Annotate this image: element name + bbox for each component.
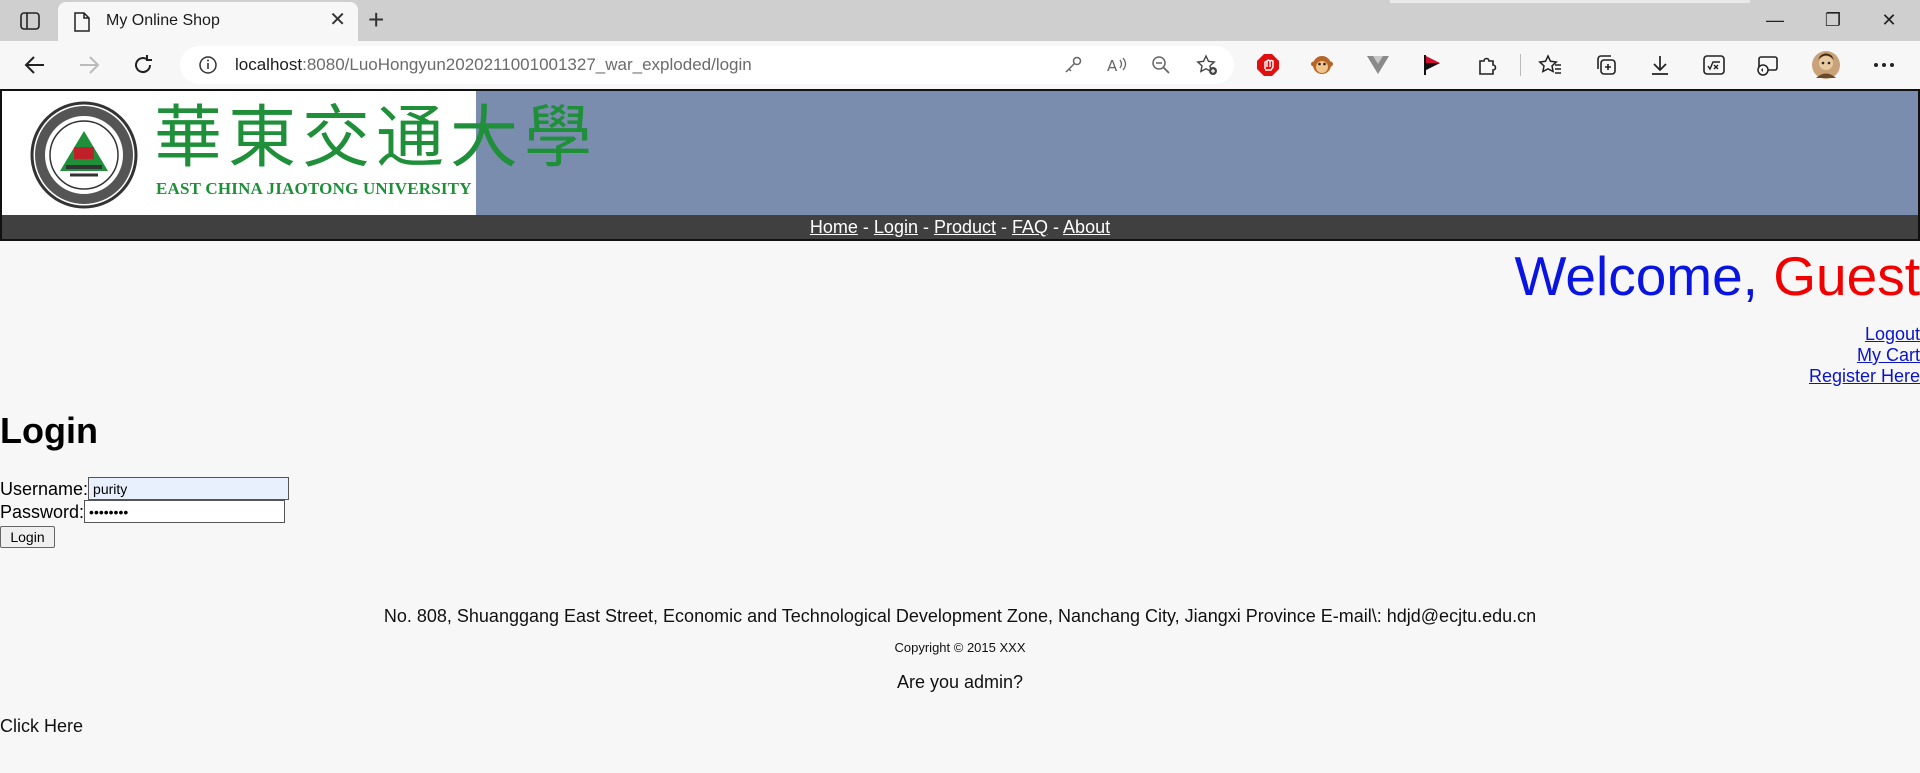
tab-actions-icon[interactable] [14, 8, 46, 34]
minimize-button[interactable]: — [1752, 6, 1798, 34]
site-info-icon[interactable] [198, 55, 218, 80]
new-tab-button[interactable]: + [368, 6, 384, 34]
admin-prompt: Are you admin? [896, 672, 1024, 692]
username-row: Username: [0, 477, 290, 500]
logo-chinese-name: 華東交通大學 [154, 99, 599, 178]
downloads-icon[interactable] [1644, 49, 1676, 81]
university-seal-icon [30, 101, 138, 209]
adblock-extension-icon[interactable] [1252, 49, 1284, 81]
address-bar[interactable]: localhost:8080/LuoHongyun202021100100132… [180, 46, 1234, 84]
url-text[interactable]: localhost:8080/LuoHongyun202021100100132… [235, 55, 752, 75]
zoom-out-icon[interactable] [1148, 52, 1174, 78]
admin-click-here[interactable]: Click Here [0, 716, 83, 737]
username-field[interactable] [88, 477, 290, 500]
svg-text:A: A [1107, 57, 1118, 75]
refresh-icon[interactable] [128, 50, 158, 80]
nav-link-faq[interactable]: FAQ [1012, 217, 1048, 237]
nav-link-about[interactable]: About [1063, 217, 1110, 237]
my-cart-link[interactable]: My Cart [1809, 345, 1920, 366]
tab-strip-shade [1390, 0, 1750, 3]
url-path: :8080/LuoHongyun2020211001001327_war_exp… [302, 55, 752, 74]
math-solver-icon[interactable] [1698, 49, 1730, 81]
footer-address: No. 808, Shuanggang East Street, Economi… [383, 606, 1537, 626]
extensions-puzzle-icon[interactable] [1472, 49, 1504, 81]
site-nav-menu: Home - Login - Product - FAQ - About [0, 215, 1920, 241]
nav-link-home[interactable]: Home [810, 217, 858, 237]
add-favorite-icon[interactable] [1194, 52, 1220, 78]
welcome-prefix: Welcome, [1514, 245, 1774, 307]
account-links: Logout My Cart Register Here [1809, 324, 1920, 387]
web-page: 華東交通大學 EAST CHINA JIAOTONG UNIVERSITY Ho… [0, 88, 1920, 773]
read-aloud-icon[interactable]: A [1104, 52, 1130, 78]
site-banner: 華東交通大學 EAST CHINA JIAOTONG UNIVERSITY [0, 89, 1920, 217]
register-link[interactable]: Register Here [1809, 366, 1920, 387]
screen-share-icon[interactable] [1752, 49, 1784, 81]
key-icon[interactable] [1060, 52, 1086, 78]
nav-separator: - [996, 217, 1013, 237]
nav-separator: - [917, 217, 934, 237]
welcome-username: Guest [1773, 245, 1920, 307]
welcome-message: Welcome, Guest [1514, 244, 1920, 308]
login-heading: Login [0, 410, 98, 451]
username-label: Username: [0, 478, 89, 499]
close-window-button[interactable]: ✕ [1866, 6, 1912, 34]
password-row: Password: [0, 500, 286, 523]
restore-button[interactable]: ❐ [1810, 6, 1856, 34]
nav-separator: - [857, 217, 874, 237]
password-label: Password: [0, 501, 85, 522]
collections-icon[interactable] [1590, 49, 1622, 81]
more-menu-icon[interactable] [1868, 49, 1900, 81]
nav-separator: - [1048, 217, 1064, 237]
flag-extension-icon[interactable] [1416, 49, 1448, 81]
browser-tab-active[interactable]: My Online Shop ✕ [58, 2, 358, 41]
nav-link-product[interactable]: Product [934, 217, 996, 237]
password-field[interactable] [84, 500, 286, 523]
footer-copyright: Copyright © 2015 XXX [894, 640, 1026, 655]
vue-devtools-icon[interactable] [1362, 49, 1394, 81]
logo-english-name: EAST CHINA JIAOTONG UNIVERSITY [156, 179, 472, 198]
browser-tab-strip: My Online Shop ✕ + — ❐ ✕ [0, 0, 1920, 41]
page-icon [74, 12, 90, 37]
login-button[interactable]: Login [0, 526, 55, 548]
back-arrow-icon[interactable] [20, 50, 50, 80]
favorites-icon[interactable] [1534, 49, 1566, 81]
tab-title: My Online Shop [106, 12, 220, 29]
logout-link[interactable]: Logout [1809, 324, 1920, 345]
forward-arrow-icon[interactable] [74, 50, 104, 80]
browser-toolbar: localhost:8080/LuoHongyun202021100100132… [0, 41, 1920, 88]
monkey-extension-icon[interactable] [1306, 49, 1338, 81]
profile-avatar-icon[interactable] [1810, 49, 1842, 81]
nav-link-login[interactable]: Login [874, 217, 918, 237]
toolbar-separator [1520, 54, 1521, 76]
university-logo: 華東交通大學 EAST CHINA JIAOTONG UNIVERSITY [2, 91, 592, 215]
url-host: localhost [235, 55, 303, 74]
tab-close-icon[interactable]: ✕ [329, 10, 346, 30]
